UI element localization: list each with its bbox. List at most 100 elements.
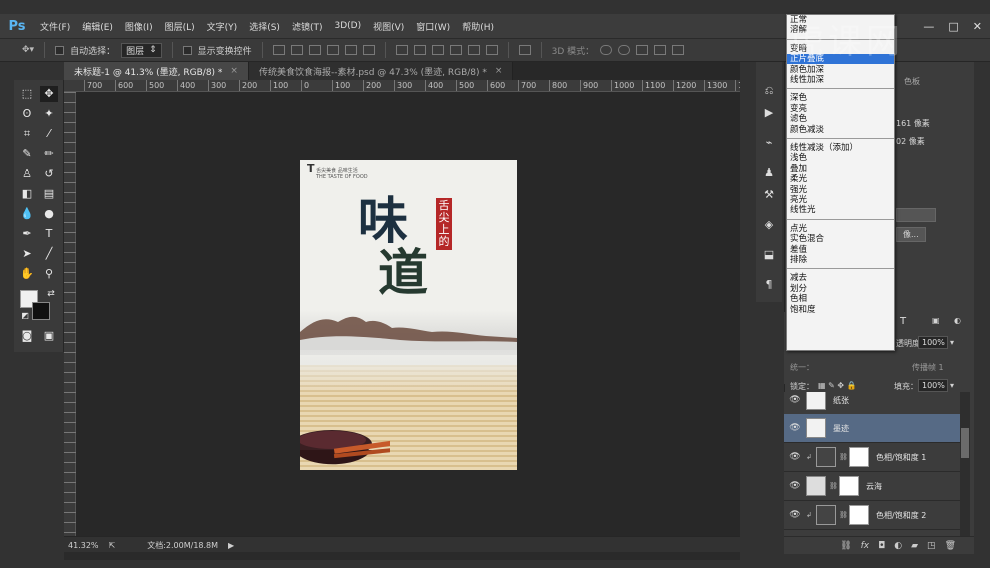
- distribute-top-icon[interactable]: [395, 45, 408, 55]
- crop-tool-icon[interactable]: ⌗: [18, 126, 36, 142]
- move-tool-icon[interactable]: ✥: [40, 86, 58, 102]
- align-vcenter-icon[interactable]: [290, 45, 303, 55]
- tool-presets-icon[interactable]: ⚒: [761, 188, 777, 202]
- eyedropper-tool-icon[interactable]: ⁄: [40, 126, 58, 142]
- 3d-slide-icon[interactable]: [654, 45, 667, 55]
- align-hcenter-icon[interactable]: [344, 45, 357, 55]
- minimize-button[interactable]: —: [923, 20, 934, 33]
- menu-edit[interactable]: 编辑(E): [76, 14, 119, 38]
- horizontal-scrollbar[interactable]: [64, 552, 740, 560]
- scrollbar-thumb[interactable]: [961, 428, 969, 458]
- fx-icon[interactable]: fx: [861, 541, 870, 551]
- line-tool-icon[interactable]: ╱: [40, 246, 58, 262]
- 3d-camera-icon[interactable]: [672, 45, 685, 55]
- new-layer-icon[interactable]: ◳: [927, 541, 936, 551]
- marquee-tool-icon[interactable]: ⬚: [18, 86, 36, 102]
- blend-mode-item[interactable]: 减去: [787, 273, 894, 283]
- gradient-tool-icon[interactable]: ▤: [40, 186, 58, 202]
- menu-select[interactable]: 选择(S): [243, 14, 286, 38]
- blend-mode-item[interactable]: 划分: [787, 284, 894, 294]
- paragraph-panel-icon[interactable]: ¶: [761, 278, 777, 292]
- pen-tool-icon[interactable]: ✒: [18, 226, 36, 242]
- auto-select-checkbox[interactable]: [55, 45, 65, 55]
- visibility-eye-icon[interactable]: 👁: [784, 423, 806, 433]
- poster-document[interactable]: T 舌尖美食 品味生活 THE TASTE OF FOOD 味 道 舌尖上的: [300, 160, 517, 470]
- blend-mode-item[interactable]: 饱和度: [787, 305, 894, 315]
- opacity-arrow-icon[interactable]: ▾: [950, 338, 954, 347]
- tab-close-icon[interactable]: ×: [230, 66, 238, 76]
- blend-mode-item[interactable]: 叠加: [787, 164, 894, 174]
- align-bottom-icon[interactable]: [308, 45, 321, 55]
- 3d-drag-icon[interactable]: [636, 45, 649, 55]
- blend-mode-item[interactable]: 柔光: [787, 174, 894, 184]
- blend-mode-item[interactable]: 线性加深: [787, 75, 894, 85]
- align-top-icon[interactable]: [272, 45, 285, 55]
- distribute-bottom-icon[interactable]: [431, 45, 444, 55]
- blend-mode-item[interactable]: 溶解: [787, 25, 894, 35]
- filter-toggle-icon[interactable]: ◐: [954, 316, 961, 325]
- close-button[interactable]: ✕: [973, 20, 982, 33]
- hand-tool-icon[interactable]: ✋: [18, 266, 36, 282]
- blend-mode-item[interactable]: 线性减淡（添加）: [787, 143, 894, 153]
- show-transform-checkbox[interactable]: [182, 45, 192, 55]
- menu-type[interactable]: 文字(Y): [201, 14, 244, 38]
- new-group-icon[interactable]: ▰: [911, 541, 918, 551]
- blur-tool-icon[interactable]: 💧: [18, 206, 36, 222]
- width-value[interactable]: 161 像素: [896, 118, 930, 129]
- adjustment-layer-icon[interactable]: ◐: [894, 541, 902, 551]
- type-tool-icon[interactable]: T: [40, 226, 58, 242]
- clone-stamp-tool-icon[interactable]: ♙: [18, 166, 36, 182]
- menu-view[interactable]: 视图(V): [367, 14, 410, 38]
- clone-source-icon[interactable]: ♟: [761, 166, 777, 180]
- layer-mask-thumbnail[interactable]: [839, 476, 859, 496]
- restore-button[interactable]: □: [948, 20, 958, 33]
- blend-mode-item[interactable]: 变亮: [787, 104, 894, 114]
- quick-mask-icon[interactable]: ◙: [18, 328, 36, 344]
- blend-mode-item[interactable]: 强光: [787, 185, 894, 195]
- menu-image[interactable]: 图像(I): [119, 14, 159, 38]
- blend-mode-item[interactable]: 颜色加深: [787, 65, 894, 75]
- 3d-rotate-icon[interactable]: [600, 45, 613, 55]
- distribute-left-icon[interactable]: [449, 45, 462, 55]
- auto-select-dropdown[interactable]: 图层 ⇕: [121, 42, 162, 58]
- visibility-eye-icon[interactable]: 👁: [784, 395, 806, 405]
- screen-mode-icon[interactable]: ▣: [40, 328, 58, 344]
- layers-scrollbar[interactable]: [960, 392, 970, 536]
- history-panel-icon[interactable]: ⎌: [761, 84, 777, 98]
- eraser-tool-icon[interactable]: ◧: [18, 186, 36, 202]
- default-colors-icon[interactable]: ◩: [16, 308, 34, 324]
- visibility-eye-icon[interactable]: 👁: [784, 510, 806, 520]
- background-color-swatch[interactable]: [32, 302, 50, 320]
- auto-align-icon[interactable]: [518, 45, 531, 55]
- blend-mode-item[interactable]: 深色: [787, 93, 894, 103]
- blend-mode-item[interactable]: 差值: [787, 245, 894, 255]
- layer-mask-thumbnail[interactable]: [849, 505, 869, 525]
- add-mask-icon[interactable]: ◘: [878, 541, 885, 551]
- layer-mask-thumbnail[interactable]: [849, 447, 869, 467]
- blend-mode-item[interactable]: 线性光: [787, 205, 894, 215]
- opacity-field[interactable]: 100%: [918, 336, 948, 349]
- lock-icons[interactable]: ▦ ✎ ✥ 🔒: [818, 381, 857, 390]
- zoom-level[interactable]: 41.32%: [68, 541, 99, 550]
- blend-mode-item[interactable]: 点光: [787, 224, 894, 234]
- menu-help[interactable]: 帮助(H): [456, 14, 500, 38]
- properties-button-1[interactable]: [896, 208, 936, 222]
- healing-brush-tool-icon[interactable]: ✎: [18, 146, 36, 162]
- swatches-tab[interactable]: 色板: [904, 76, 920, 87]
- properties-button-2[interactable]: 像...: [896, 227, 926, 242]
- align-left-icon[interactable]: [326, 45, 339, 55]
- layer-row-paper[interactable]: 👁 纸张: [784, 392, 960, 415]
- move-tool-preset-icon[interactable]: ✥▾: [22, 45, 34, 55]
- blend-mode-item[interactable]: 排除: [787, 255, 894, 265]
- layer-row-ink[interactable]: 👁 墨迹: [784, 414, 960, 443]
- blend-mode-item[interactable]: 变暗: [787, 44, 894, 54]
- blend-mode-item[interactable]: 正常: [787, 15, 894, 25]
- history-brush-tool-icon[interactable]: ↺: [40, 166, 58, 182]
- type-filter-icon[interactable]: T: [900, 316, 906, 327]
- status-menu-arrow-icon[interactable]: ▶: [228, 541, 234, 550]
- brush-panel-icon[interactable]: ⌁: [761, 136, 777, 150]
- blend-mode-item[interactable]: 颜色减淡: [787, 125, 894, 135]
- fill-field[interactable]: 100%: [918, 379, 948, 392]
- magic-wand-tool-icon[interactable]: ✦: [40, 106, 58, 122]
- blend-mode-item[interactable]: 滤色: [787, 114, 894, 124]
